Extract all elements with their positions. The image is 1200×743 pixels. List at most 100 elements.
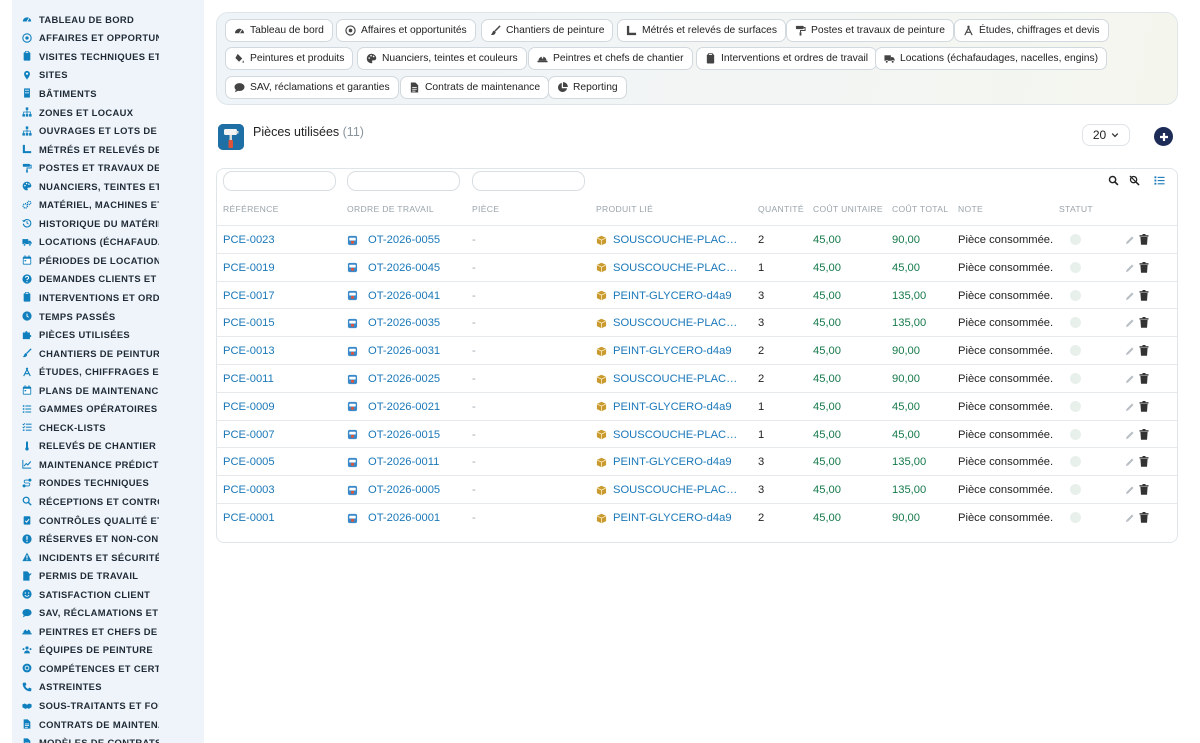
column-header-cout-unitaire[interactable]: COÛT UNITAIRE: [813, 204, 883, 214]
work-order-link[interactable]: OT-2026-0055: [347, 234, 440, 246]
pencil-icon[interactable]: [1125, 291, 1135, 301]
sidebar-item[interactable]: ASTREINTES: [22, 678, 204, 697]
work-order-link[interactable]: OT-2026-0005: [347, 484, 440, 496]
work-order-link[interactable]: OT-2026-0001: [347, 512, 440, 524]
reference-link[interactable]: PCE-0015: [223, 317, 275, 329]
sidebar-item[interactable]: INTERVENTIONS ET ORDRES DE TRAVAIL: [22, 288, 204, 307]
sidebar-item[interactable]: TABLEAU DE BORD: [22, 10, 204, 29]
sidebar-item[interactable]: COMPÉTENCES ET CERTIFICATIONS: [22, 659, 204, 678]
trash-icon[interactable]: [1139, 428, 1149, 440]
reference-link[interactable]: PCE-0001: [223, 512, 275, 524]
clear-filter-icon[interactable]: [1129, 175, 1140, 186]
reference-link[interactable]: PCE-0013: [223, 345, 275, 357]
product-link[interactable]: SOUSCOUCHE-PLACO-…: [596, 429, 746, 441]
table-row[interactable]: PCE-0017 OT-2026-0041 - PEINT-GLYCERO-d4a9 3…: [217, 280, 1177, 309]
table-row[interactable]: PCE-0013 OT-2026-0031 - PEINT-GLYCERO-d4a9 2…: [217, 336, 1177, 364]
nav-chip[interactable]: Postes et travaux de peinture: [786, 19, 954, 42]
sidebar-item[interactable]: BÂTIMENTS: [22, 84, 204, 103]
sidebar-item[interactable]: PLANS DE MAINTENANCE: [22, 381, 204, 400]
sidebar-item[interactable]: SAV, RÉCLAMATIONS ET GARANTIES: [22, 604, 204, 623]
column-header-cout-total[interactable]: COÛT TOTAL: [892, 204, 948, 214]
sidebar-item[interactable]: AFFAIRES ET OPPORTUNITÉS: [22, 29, 204, 48]
sidebar-item[interactable]: NUANCIERS, TEINTES ET COULEURS: [22, 177, 204, 196]
sidebar-item[interactable]: MATÉRIEL, MACHINES ET OUTILLAGE: [22, 195, 204, 214]
work-order-link[interactable]: OT-2026-0025: [347, 373, 440, 385]
product-link[interactable]: SOUSCOUCHE-PLACO-…: [596, 234, 746, 246]
nav-chip[interactable]: Tableau de bord: [225, 19, 333, 42]
column-header-statut[interactable]: STATUT: [1059, 204, 1093, 214]
table-row[interactable]: PCE-0001 OT-2026-0001 - PEINT-GLYCERO-d4a9 2…: [217, 503, 1177, 531]
table-row[interactable]: PCE-0011 OT-2026-0025 - SOUSCOUCHE-PLACO-… 2…: [217, 364, 1177, 392]
product-link[interactable]: PEINT-GLYCERO-d4a9: [596, 512, 746, 524]
page-size-select[interactable]: 20: [1082, 124, 1130, 146]
table-row[interactable]: PCE-0005 OT-2026-0011 - PEINT-GLYCERO-d4a9 3…: [217, 447, 1177, 475]
product-link[interactable]: PEINT-GLYCERO-d4a9: [596, 456, 746, 468]
column-header-reference[interactable]: RÉFÉRENCE: [223, 204, 279, 214]
work-order-link[interactable]: OT-2026-0011: [347, 456, 439, 468]
trash-icon[interactable]: [1139, 289, 1149, 301]
trash-icon[interactable]: [1139, 317, 1149, 329]
product-link[interactable]: PEINT-GLYCERO-d4a9: [596, 345, 746, 357]
work-order-link[interactable]: OT-2026-0045: [347, 262, 440, 274]
column-header-ordre[interactable]: ORDRE DE TRAVAIL: [347, 204, 434, 214]
product-link[interactable]: SOUSCOUCHE-PLACO-…: [596, 262, 746, 274]
work-order-link[interactable]: OT-2026-0015: [347, 429, 440, 441]
work-order-link[interactable]: OT-2026-0021: [347, 401, 440, 413]
trash-icon[interactable]: [1139, 512, 1149, 523]
sidebar-item[interactable]: PÉRIODES DE LOCATION: [22, 251, 204, 270]
reference-link[interactable]: PCE-0005: [223, 456, 275, 468]
pencil-icon[interactable]: [1125, 457, 1135, 467]
sidebar-item[interactable]: INCIDENTS ET SÉCURITÉ: [22, 548, 204, 567]
trash-icon[interactable]: [1139, 484, 1149, 495]
product-link[interactable]: PEINT-GLYCERO-d4a9: [596, 401, 746, 413]
sidebar-item[interactable]: VISITES TECHNIQUES ET DIAGNOSTICS: [22, 47, 204, 66]
sidebar-item[interactable]: MODÈLES DE CONTRATS: [22, 733, 204, 743]
sidebar-item[interactable]: OUVRAGES ET LOTS DE TRAVAUX: [22, 121, 204, 140]
pencil-icon[interactable]: [1125, 374, 1135, 384]
sidebar-item[interactable]: RÉCEPTIONS ET CONTRÔLES: [22, 492, 204, 511]
pencil-icon[interactable]: [1125, 318, 1135, 328]
product-link[interactable]: SOUSCOUCHE-PLACO-…: [596, 373, 746, 385]
sidebar-item[interactable]: ÉTUDES, CHIFFRAGES ET DEVIS: [22, 362, 204, 381]
trash-icon[interactable]: [1139, 261, 1149, 273]
nav-chip[interactable]: Métrés et relevés de surfaces: [617, 19, 787, 42]
column-header-quantite[interactable]: QUANTITÉ: [758, 204, 804, 214]
work-order-link[interactable]: OT-2026-0031: [347, 345, 440, 357]
nav-chip[interactable]: SAV, réclamations et garanties: [225, 76, 399, 99]
list-view-icon[interactable]: [1154, 175, 1165, 186]
reference-link[interactable]: PCE-0011: [223, 373, 274, 385]
nav-chip[interactable]: Affaires et opportunités: [336, 19, 476, 42]
column-header-piece[interactable]: PIÈCE: [472, 204, 499, 214]
sidebar-item[interactable]: GAMMES OPÉRATOIRES: [22, 399, 204, 418]
sidebar-item[interactable]: MAINTENANCE PRÉDICTIVE: [22, 455, 204, 474]
nav-chip[interactable]: Peintres et chefs de chantier: [528, 47, 693, 70]
sidebar-item[interactable]: PIÈCES UTILISÉES: [22, 325, 204, 344]
pencil-icon[interactable]: [1125, 346, 1135, 356]
sidebar-item[interactable]: HISTORIQUE DU MATÉRIEL: [22, 214, 204, 233]
reference-link[interactable]: PCE-0009: [223, 401, 275, 413]
sidebar-item[interactable]: SITES: [22, 66, 204, 85]
sidebar-item[interactable]: SATISFACTION CLIENT: [22, 585, 204, 604]
pencil-icon[interactable]: [1125, 430, 1135, 440]
sidebar-item[interactable]: RÉSERVES ET NON-CONFORMITÉS: [22, 529, 204, 548]
nav-chip[interactable]: Locations (échafaudages, nacelles, engin…: [875, 47, 1108, 70]
trash-icon[interactable]: [1139, 234, 1149, 245]
sidebar-item[interactable]: CONTRÔLES QUALITÉ ET AUDITS: [22, 511, 204, 530]
sidebar-item[interactable]: DEMANDES CLIENTS ET INTERVENTIONS: [22, 270, 204, 289]
sidebar-item[interactable]: MÉTRÉS ET RELEVÉS DE SURFACES: [22, 140, 204, 159]
add-record-button[interactable]: [1154, 127, 1173, 146]
trash-icon[interactable]: [1139, 400, 1149, 412]
nav-chip[interactable]: Études, chiffrages et devis: [954, 19, 1109, 42]
table-row[interactable]: PCE-0019 OT-2026-0045 - SOUSCOUCHE-PLACO-… 1…: [217, 252, 1177, 281]
product-link[interactable]: SOUSCOUCHE-PLACO-…: [596, 484, 746, 496]
table-row[interactable]: PCE-0023 OT-2026-0055 - SOUSCOUCHE-PLACO-… 2…: [217, 225, 1177, 253]
nav-chip[interactable]: Nuanciers, teintes et couleurs: [357, 47, 527, 70]
sidebar-item[interactable]: POSTES ET TRAVAUX DE PEINTURE: [22, 158, 204, 177]
filter-piece-input[interactable]: [472, 171, 585, 191]
sidebar-item[interactable]: ZONES ET LOCAUX: [22, 103, 204, 122]
sidebar-item[interactable]: CONTRATS DE MAINTENANCE: [22, 715, 204, 734]
table-row[interactable]: PCE-0007 OT-2026-0015 - SOUSCOUCHE-PLACO-… 1…: [217, 419, 1177, 448]
pencil-icon[interactable]: [1125, 402, 1135, 412]
nav-chip[interactable]: Reporting: [548, 76, 627, 99]
product-link[interactable]: PEINT-GLYCERO-d4a9: [596, 290, 746, 302]
